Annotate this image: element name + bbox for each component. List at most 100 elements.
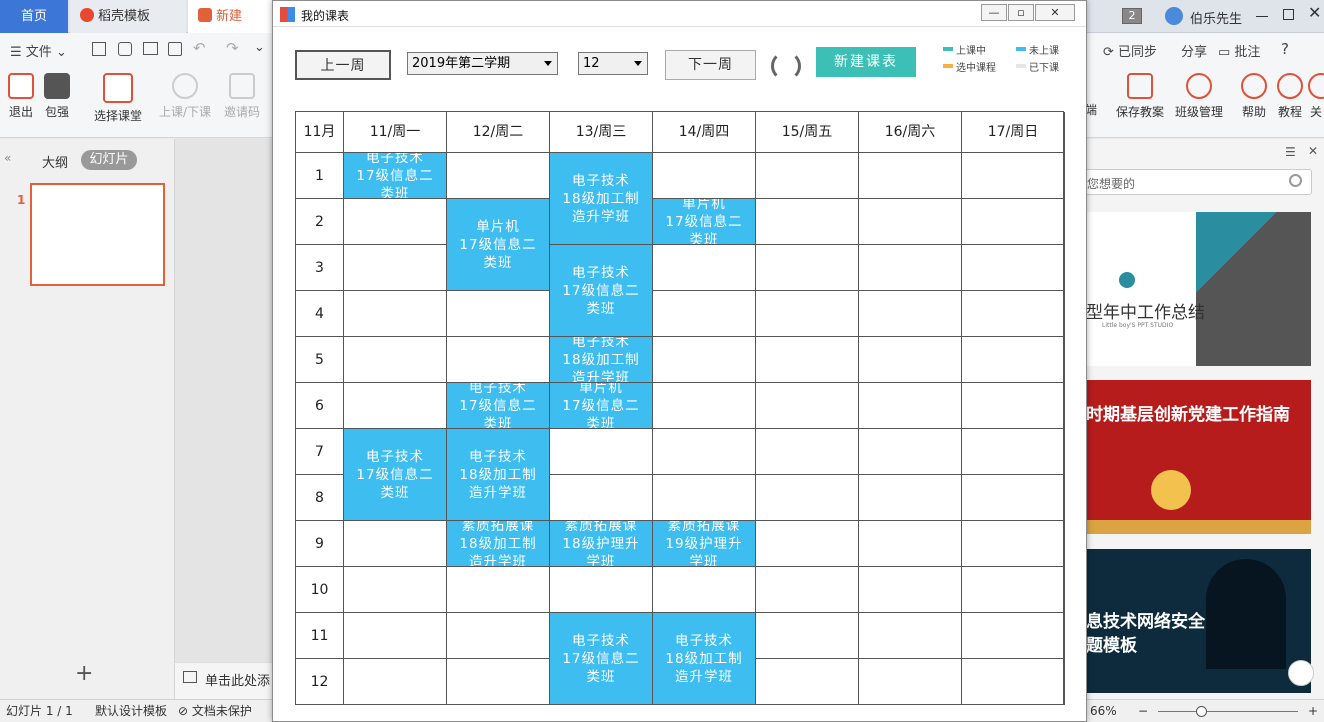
panel-menu-icon[interactable]: ☰ [1285, 145, 1296, 159]
panel-close-icon[interactable]: ✕ [1308, 144, 1318, 158]
template-thumb-party[interactable]: 时期基层创新党建工作指南 [1086, 380, 1311, 534]
tab-slides[interactable]: 幻灯片 [81, 150, 137, 170]
chat-bubble-icon[interactable] [1288, 660, 1314, 686]
schedule-cell[interactable] [962, 291, 1065, 337]
class-toggle-button[interactable]: 上课/下课 [156, 73, 214, 120]
schedule-cell[interactable] [756, 567, 859, 613]
minimize-icon[interactable] [1256, 16, 1268, 17]
sync-status[interactable]: ⟳ 已同步 [1103, 41, 1157, 60]
print-icon[interactable] [143, 42, 158, 55]
schedule-cell[interactable] [756, 659, 859, 705]
tab-outline[interactable]: 大纲 [42, 152, 68, 171]
redo-icon[interactable]: ↷ [226, 39, 239, 57]
course-block[interactable]: 电子技术 18级加工制 造升学班 [550, 337, 653, 383]
schedule-cell[interactable] [859, 567, 962, 613]
schedule-cell[interactable] [859, 659, 962, 705]
course-block[interactable]: 电子技术 18级加工制 造升学班 [447, 429, 550, 521]
schedule-cell[interactable] [653, 567, 756, 613]
schedule-cell[interactable] [859, 475, 962, 521]
course-block[interactable]: 电子技术 17级信息二 类班 [550, 245, 653, 337]
course-block[interactable]: 素质拓展课 18级加工制 造升学班 [447, 521, 550, 567]
preview-icon[interactable] [168, 42, 182, 56]
schedule-cell[interactable] [962, 521, 1065, 567]
more-icon[interactable]: ⌄ [254, 40, 265, 55]
schedule-cell[interactable] [859, 383, 962, 429]
more-button[interactable]: 关 [1308, 73, 1324, 120]
course-block[interactable]: 电子技术 17级信息二 类班 [447, 383, 550, 429]
select-class-button[interactable]: 选择课堂 [88, 73, 148, 124]
course-block[interactable]: 电子技术 18级加工制 造升学班 [550, 153, 653, 245]
schedule-cell[interactable] [756, 337, 859, 383]
schedule-cell[interactable] [447, 291, 550, 337]
schedule-cell[interactable] [447, 659, 550, 705]
search-icon[interactable] [1289, 174, 1302, 187]
share-button[interactable]: 分享 [1181, 41, 1207, 60]
schedule-cell[interactable] [653, 153, 756, 199]
schedule-cell[interactable] [344, 291, 447, 337]
schedule-cell[interactable] [344, 567, 447, 613]
undo-icon[interactable]: ↶ [193, 39, 206, 57]
schedule-cell[interactable] [962, 567, 1065, 613]
schedule-cell[interactable] [756, 383, 859, 429]
tab-new-ppt[interactable]: 新建 PPT [188, 0, 272, 57]
course-block[interactable]: 电子技术 18级加工制 造升学班 [653, 613, 756, 705]
help-button[interactable]: 帮助 [1238, 73, 1270, 120]
schedule-cell[interactable] [344, 613, 447, 659]
schedule-cell[interactable] [962, 475, 1065, 521]
schedule-cell[interactable] [344, 659, 447, 705]
schedule-cell[interactable] [756, 521, 859, 567]
schedule-cell[interactable] [859, 245, 962, 291]
export-icon[interactable] [118, 42, 132, 56]
schedule-cell[interactable] [859, 429, 962, 475]
schedule-cell[interactable] [344, 245, 447, 291]
template-search-input[interactable]: 您想要的 [1080, 169, 1312, 195]
slide-canvas[interactable] [175, 139, 275, 699]
schedule-cell[interactable] [962, 245, 1065, 291]
course-block[interactable]: 素质拓展课 19级护理升 学班 [653, 521, 756, 567]
save-plan-button[interactable]: 保存教案 [1112, 73, 1168, 120]
prev-week-button[interactable]: 上一周 [295, 50, 391, 80]
slide-thumbnail[interactable] [30, 183, 165, 286]
tab-home[interactable]: 首页 [0, 0, 68, 33]
course-block[interactable]: 素质拓展课 18级护理升 学班 [550, 521, 653, 567]
schedule-cell[interactable] [859, 199, 962, 245]
zoom-level[interactable]: 66% [1090, 700, 1117, 722]
schedule-cell[interactable] [756, 613, 859, 659]
design-template[interactable]: 默认设计模板 [95, 700, 167, 722]
zoom-out-icon[interactable]: − [1138, 700, 1148, 722]
refresh-icon[interactable] [771, 51, 801, 81]
close-icon[interactable]: ✕ [1308, 3, 1321, 22]
course-block[interactable]: 电子技术 17级信息二 类班 [344, 429, 447, 521]
schedule-cell[interactable] [344, 383, 447, 429]
collapse-panel-icon[interactable]: « [4, 151, 11, 165]
course-block[interactable]: 单片机 17级信息二 类班 [550, 383, 653, 429]
schedule-cell[interactable] [447, 337, 550, 383]
schedule-cell[interactable] [344, 199, 447, 245]
next-week-button[interactable]: 下一周 [665, 50, 756, 80]
new-schedule-button[interactable]: 新建课表 [816, 47, 916, 77]
invite-code-button[interactable]: 邀请码 [220, 73, 264, 120]
notes-area[interactable]: 单击此处添 [175, 662, 275, 699]
schedule-cell[interactable] [653, 475, 756, 521]
class-management-button[interactable]: 班级管理 [1172, 73, 1226, 120]
schedule-cell[interactable] [344, 521, 447, 567]
schedule-cell[interactable] [962, 429, 1065, 475]
schedule-cell[interactable] [756, 475, 859, 521]
course-block[interactable]: 单片机 17级信息二 类班 [447, 199, 550, 291]
schedule-cell[interactable] [550, 567, 653, 613]
schedule-cell[interactable] [447, 567, 550, 613]
schedule-cell[interactable] [447, 613, 550, 659]
schedule-cell[interactable] [962, 153, 1065, 199]
schedule-cell[interactable] [653, 337, 756, 383]
tab-count-badge[interactable]: 2 [1122, 8, 1142, 24]
week-select[interactable]: 12 [578, 52, 648, 75]
schedule-cell[interactable] [756, 153, 859, 199]
template-thumb-work-summary[interactable]: 型年中工作总结 Little boy'S PPT STUDIO [1086, 212, 1311, 366]
schedule-cell[interactable] [962, 659, 1065, 705]
schedule-cell[interactable] [962, 337, 1065, 383]
schedule-cell[interactable] [653, 245, 756, 291]
schedule-cell[interactable] [962, 613, 1065, 659]
schedule-cell[interactable] [447, 153, 550, 199]
schedule-cell[interactable] [859, 613, 962, 659]
tab-templates[interactable]: 稻壳模板 [70, 0, 186, 33]
